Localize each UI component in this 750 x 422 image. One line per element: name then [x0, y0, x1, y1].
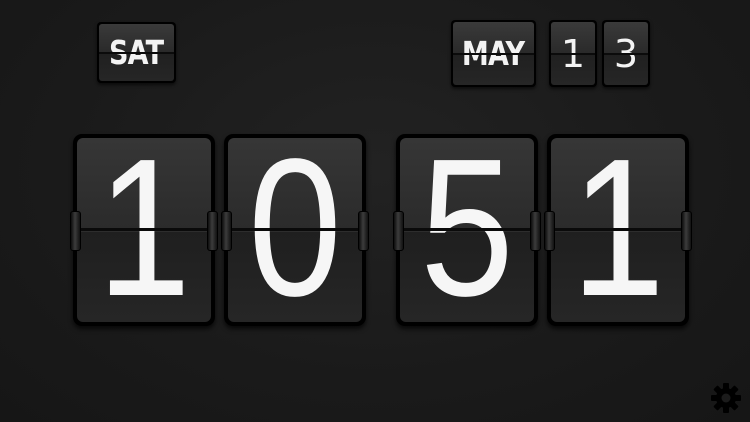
hinge [358, 211, 369, 251]
gear-icon [711, 383, 741, 413]
hour-ones-card: 0 [221, 134, 369, 326]
minute-tens-card: 5 [393, 134, 541, 326]
hinge [393, 211, 404, 251]
flip-split-line [228, 228, 362, 231]
hinge [544, 211, 555, 251]
hinge [530, 211, 541, 251]
date-digit-card-2: 3 [602, 20, 650, 87]
hinge [70, 211, 81, 251]
minute-ones-card: 1 [544, 134, 692, 326]
date-digit-1: 1 [560, 31, 586, 76]
flip-split-line [77, 228, 211, 231]
hinge [681, 211, 692, 251]
day-label: SAT [109, 33, 164, 72]
month-label: MAY [462, 34, 525, 73]
settings-button[interactable] [710, 382, 742, 414]
date-digit-card-1: 1 [549, 20, 597, 87]
flip-split-line [400, 228, 534, 231]
hinge [207, 211, 218, 251]
day-card: SAT [97, 22, 176, 83]
hinge [221, 211, 232, 251]
flip-split-line [551, 228, 685, 231]
date-digit-2: 3 [613, 31, 639, 76]
flip-clock-screen: SAT MAY 1 3 1 0 5 1 [0, 0, 750, 422]
hour-tens-card: 1 [70, 134, 218, 326]
month-card: MAY [451, 20, 536, 87]
